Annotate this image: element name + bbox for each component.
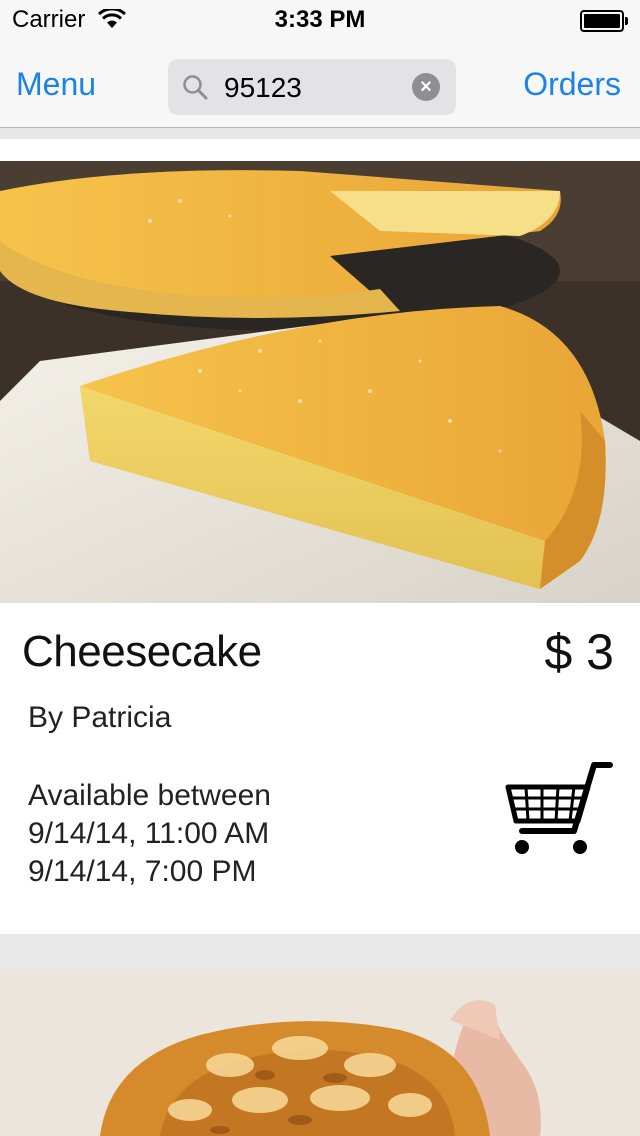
search-input[interactable] (224, 72, 404, 104)
top-bar: Carrier 3:33 PM Menu × Orders (0, 0, 640, 128)
clear-icon[interactable]: × (412, 73, 440, 101)
listing-card[interactable] (0, 970, 640, 1136)
availability-start: 9/14/14, 11:00 AM (28, 817, 270, 850)
status-clock: 3:33 PM (274, 6, 366, 33)
search-field[interactable]: × (168, 59, 456, 115)
menu-button[interactable]: Menu (16, 66, 96, 103)
battery-full-icon (580, 10, 628, 32)
status-bar: Carrier 3:33 PM (0, 0, 640, 40)
list-top-separator (0, 129, 640, 161)
listing-price: $ 3 (544, 624, 614, 680)
listing-author: By Patricia (28, 701, 172, 734)
pastry-bun-photo (0, 970, 640, 1136)
shopping-cart-icon[interactable] (504, 759, 616, 859)
availability-label: Available between (28, 779, 271, 812)
card-separator (0, 934, 640, 970)
search-icon (183, 75, 208, 100)
listing-card[interactable]: Cheesecake $ 3 By Patricia Available bet… (0, 161, 640, 934)
listing-title: Cheesecake (22, 627, 262, 676)
cheesecake-photo (0, 161, 640, 603)
orders-button[interactable]: Orders (523, 66, 621, 103)
availability-end: 9/14/14, 7:00 PM (28, 855, 257, 888)
